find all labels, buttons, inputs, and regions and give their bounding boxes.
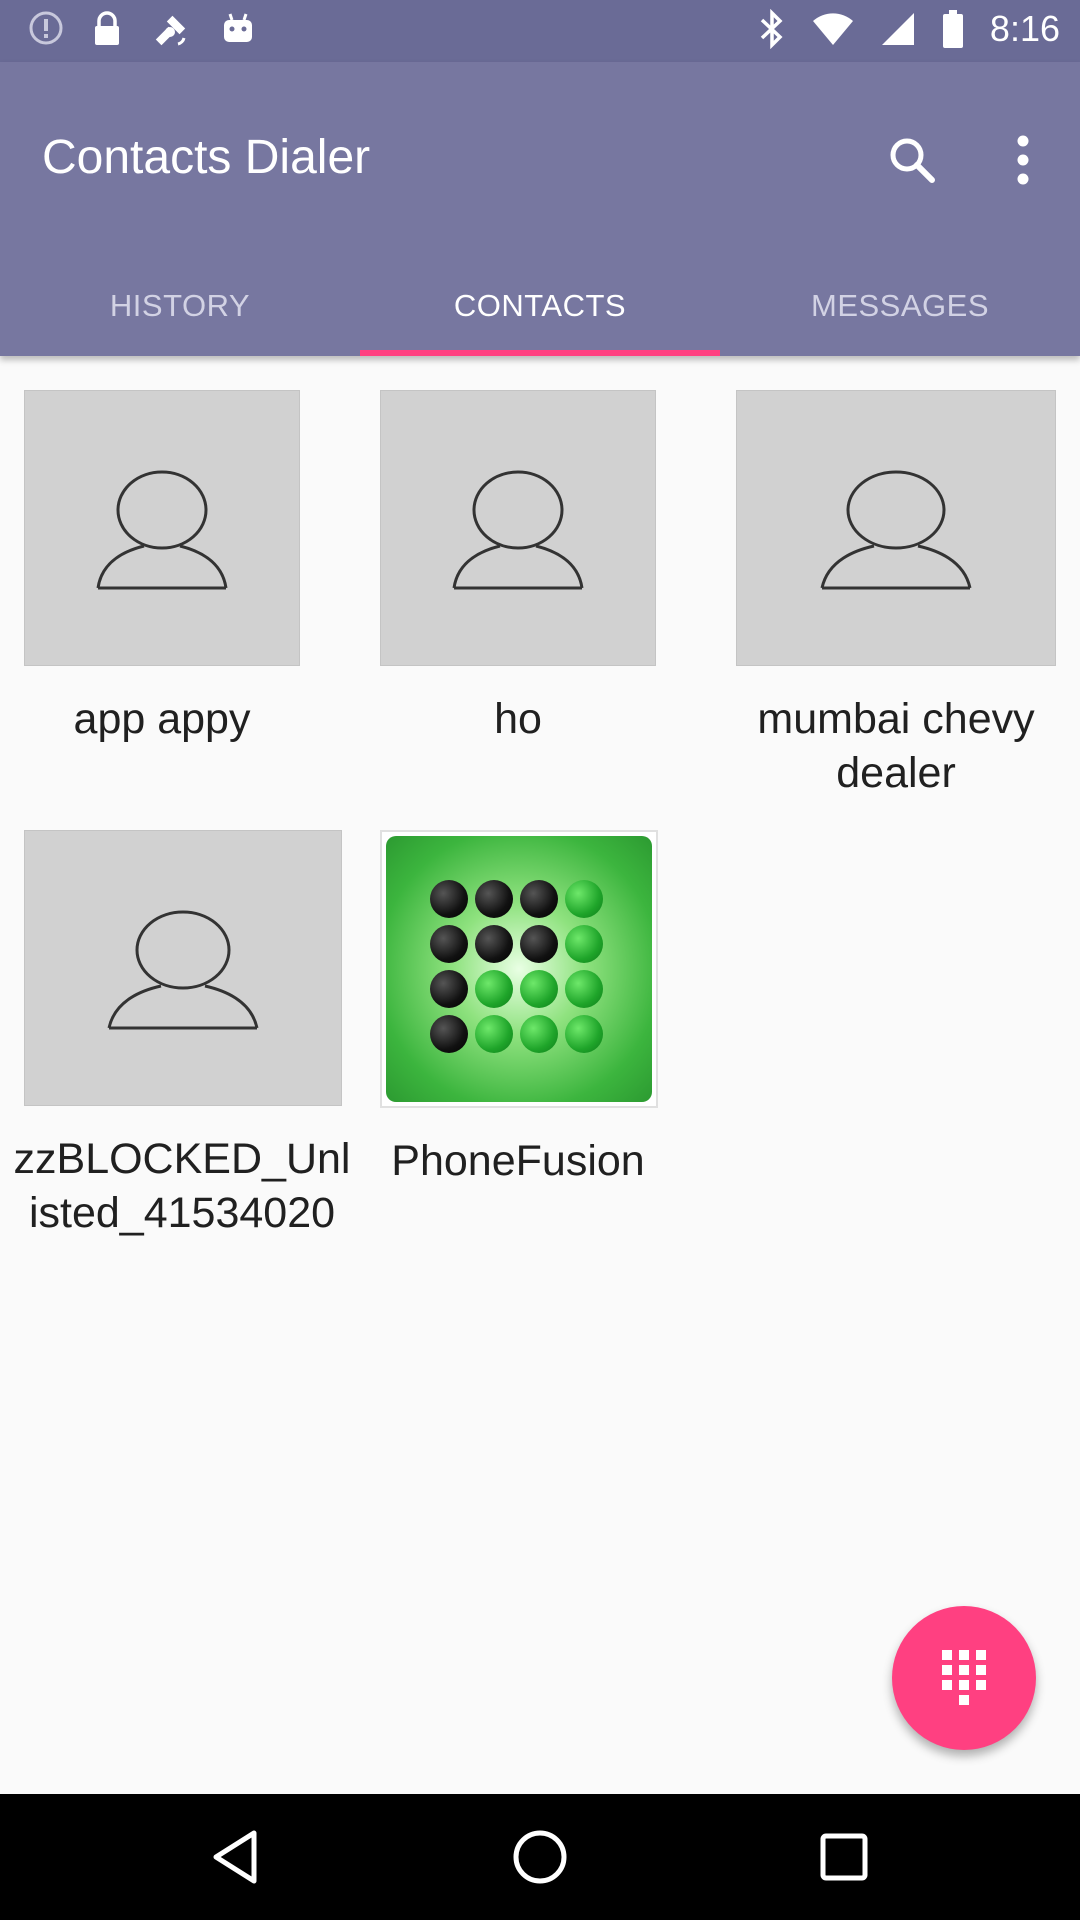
contact-name: ho	[494, 695, 542, 743]
contact-avatar	[24, 390, 300, 666]
person-placeholder-icon	[452, 470, 584, 590]
home-button[interactable]	[510, 1827, 570, 1887]
contact-name: zzBLOCKED_Unlisted_41534020	[13, 1135, 351, 1237]
logo-dot	[430, 925, 468, 963]
contact-card[interactable]: mumbai chevy dealer	[736, 390, 1056, 800]
logo-dot	[475, 1015, 513, 1053]
navigation-bar	[0, 1794, 1080, 1920]
recents-icon	[820, 1833, 868, 1881]
wifi-icon	[812, 11, 854, 47]
contact-name: PhoneFusion	[391, 1137, 645, 1185]
tab-messages[interactable]: MESSAGES	[720, 256, 1080, 356]
bluetooth-icon	[758, 9, 786, 49]
logo-dot	[430, 1015, 468, 1053]
search-icon	[890, 138, 935, 183]
logo-dot	[520, 925, 558, 963]
logo-dot	[520, 880, 558, 918]
logo-dot	[475, 880, 513, 918]
back-icon	[213, 1830, 257, 1884]
contact-card[interactable]: app appy	[24, 390, 300, 746]
person-placeholder-icon	[820, 470, 972, 590]
contact-name: mumbai chevy dealer	[757, 695, 1035, 797]
phonefusion-logo	[386, 836, 652, 1102]
status-bar: 8:16	[0, 0, 1080, 62]
person-placeholder-icon	[96, 470, 228, 590]
logo-dot	[565, 1015, 603, 1053]
app-bar: Contacts Dialer HISTORY CONTACTS MESSAGE…	[0, 62, 1080, 356]
logo-dot	[430, 970, 468, 1008]
logo-dot	[475, 925, 513, 963]
back-button[interactable]	[206, 1827, 266, 1887]
tab-bar: HISTORY CONTACTS MESSAGES	[0, 256, 1080, 356]
dialpad-button[interactable]	[892, 1606, 1036, 1750]
contact-card[interactable]: PhoneFusion	[380, 830, 658, 1188]
tab-contacts[interactable]: CONTACTS	[360, 256, 720, 356]
logo-dot	[565, 970, 603, 1008]
contact-avatar	[380, 830, 658, 1108]
dialpad-icon	[942, 1650, 986, 1705]
android-icon	[220, 10, 256, 54]
tab-history[interactable]: HISTORY	[0, 256, 360, 356]
person-placeholder-icon	[107, 910, 259, 1030]
satellite-icon	[150, 10, 194, 54]
logo-dot	[565, 925, 603, 963]
recents-button[interactable]	[814, 1827, 874, 1887]
contact-name: app appy	[73, 695, 251, 743]
more-vert-icon	[1017, 135, 1029, 185]
logo-dot	[475, 970, 513, 1008]
logo-dot	[520, 970, 558, 1008]
home-icon	[513, 1830, 567, 1884]
logo-dot	[520, 1015, 558, 1053]
battery-icon	[942, 9, 964, 49]
signal-icon	[880, 11, 916, 47]
alert-icon	[28, 10, 64, 54]
app-title: Contacts Dialer	[42, 131, 371, 184]
contact-avatar	[736, 390, 1056, 666]
contact-avatar	[24, 830, 342, 1106]
lock-icon	[90, 10, 124, 54]
more-options-button[interactable]	[1000, 132, 1046, 188]
status-time: 8:16	[989, 8, 1060, 49]
logo-dot	[565, 880, 603, 918]
contact-card[interactable]: zzBLOCKED_Unlisted_41534020	[4, 830, 360, 1240]
contact-avatar	[380, 390, 656, 666]
logo-dot	[430, 880, 468, 918]
search-button[interactable]	[884, 132, 940, 188]
contact-card[interactable]: ho	[380, 390, 656, 746]
